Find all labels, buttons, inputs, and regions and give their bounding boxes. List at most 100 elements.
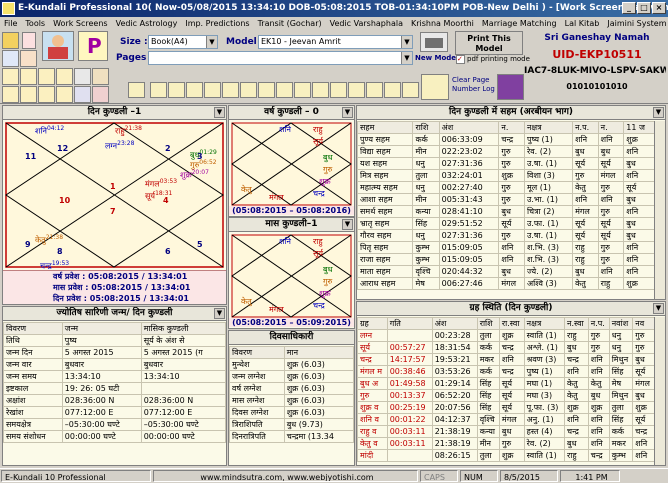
zodiac-icon-1[interactable] [2,68,19,85]
table-row[interactable]: लग्न 00:23:28 तुला शुक्र स्वाति (1) राहु गुरु ध… [357,329,655,342]
table-row[interactable]: बुध अ 01:49:58 01:29:14 सिंह सूर्य मघा (1) केत… [357,377,655,390]
table-row[interactable]: विद्या सहम मीन 022:23:02 गुरु रेव. (2) बुध बुध… [357,145,655,158]
table-row[interactable]: गुरु 00:13:37 06:52:20 सिंह सूर्य मघा (3) केतु… [357,389,655,402]
table-row[interactable]: यश सहम धनु 027:31:36 गुरु उ.षा. (1) सूर्य सूर्… [357,157,655,170]
table-row[interactable]: अक्षांश 028:36:00 N 028:36:00 N [3,394,226,407]
p-icon[interactable]: P [78,31,108,61]
page-button[interactable] [366,82,383,98]
menu-item[interactable]: Tools [21,17,49,30]
chevron-down-icon[interactable]: ▼ [214,107,225,118]
table-row[interactable]: इष्टकाल 19: 26: 05 घटी [3,382,226,395]
table-row[interactable]: आराध सहम मेष 006:27:46 मंगल अश्वि (3) केतु राह… [357,277,655,290]
person-icon[interactable] [20,50,37,67]
flowers-icon[interactable] [421,74,449,100]
page-button[interactable] [258,82,275,98]
book-icon[interactable] [497,74,524,100]
model-select[interactable]: EK10 - Jeevan Amrit ▼ [258,35,413,49]
table-row[interactable]: माता सहम वृश्चि 020:44:32 बुध ज्ये. (2) बुध शन… [357,265,655,278]
menu-item[interactable]: Imp. Predictions [181,17,253,30]
graha-scrollbar[interactable] [654,317,665,465]
zodiac-icon-8[interactable] [56,86,73,103]
menu-item[interactable]: Lal Kitab [561,17,604,30]
minimize-button[interactable]: _ [622,2,636,14]
chevron-down-icon[interactable]: ▼ [214,308,225,319]
page-button[interactable] [168,82,185,98]
table-row[interactable]: चन्द्र 14:17:57 19:53:21 मकर शनि श्रवण (3) चन्… [357,353,655,366]
table-row[interactable]: दिवस लग्नेश शुक्र (6.03) [229,406,354,419]
menu-item[interactable]: Transit (Gochar) [254,17,326,30]
table-row[interactable]: जन्म वार बुधवार बुधवार [3,358,226,371]
table-row[interactable]: दिनरात्रिपति चन्द्रमा (13.34 [229,430,354,443]
print-model-button[interactable]: Print This Model [455,31,523,55]
table-row[interactable]: जन्म समय 13:34:10 13:34:10 [3,370,226,383]
page-button[interactable] [186,82,203,98]
pages-select[interactable]: ▼ [148,51,413,65]
zodiac-icon-2[interactable] [20,68,37,85]
page-button[interactable] [150,82,167,98]
book-icon[interactable] [22,32,36,49]
saham-scrollbar[interactable] [654,121,665,299]
reader-icon[interactable] [42,31,74,61]
chevron-down-icon[interactable]: ▼ [342,219,353,230]
menu-item[interactable]: Vedic Varshaphala [326,17,407,30]
printer-icon[interactable] [74,68,91,85]
table-row[interactable]: महात्म्य सहम धनु 002:27:40 गुरु मूल (1) केतु ग… [357,181,655,194]
chevron-down-icon[interactable]: ▼ [653,107,664,118]
page-button[interactable] [384,82,401,98]
menu-item[interactable]: Vedic Astrology [112,17,182,30]
table-row[interactable]: सूर्य 00:57:27 18:31:54 कर्क चन्द्र अश्ले. (1… [357,341,655,354]
calendar-icon[interactable] [92,86,109,103]
maximize-button[interactable]: □ [637,2,651,14]
table-row[interactable]: तिथि पुष्य सूर्य के अंश से [3,334,226,347]
table-row[interactable]: समयक्षेत्र –05:30:00 घण्टे –05:30:00 घण्टे [3,418,226,431]
table-row[interactable]: समर्थ सहम कन्या 028:41:10 बुध चित्रा (2) मंगल… [357,205,655,218]
table-row[interactable]: केतु व 00:03:11 21:38:19 मीन गुरु रेव. (2) बुध… [357,437,655,450]
table-row[interactable]: जन्म लग्नेश शुक्र (6.03) [229,370,354,383]
table-row[interactable]: मास लग्नेश शुक्र (6.03) [229,394,354,407]
page-button[interactable] [222,82,239,98]
page-button[interactable] [294,82,311,98]
doc-icon[interactable] [2,50,19,67]
size-select[interactable]: Book(A4) ▼ [148,35,218,49]
table-row[interactable]: वर्ष लग्नेश शुक्र (6.03) [229,382,354,395]
table-row[interactable]: गौरव सहम धनु 027:31:36 गुरु उ.षा. (1) सूर्य सू… [357,229,655,242]
page-button[interactable] [204,82,221,98]
page-button[interactable] [348,82,365,98]
menu-item[interactable]: File [0,17,21,30]
table-row[interactable]: जन्म दिन 5 अगस्त 2015 5 अगस्त 2015 (ग [3,346,226,359]
table-row[interactable]: रेखांश 077:12:00 E 077:12:00 E [3,406,226,419]
chart-icon[interactable] [74,86,91,103]
clear-log-button[interactable]: Clear Page Number Log [452,76,496,94]
table-row[interactable]: राजा सहम कुम्भ 015:09:05 शनि श.भि. (3) राहु गु… [357,253,655,266]
astrologer-icon[interactable] [2,32,19,49]
table-row[interactable]: शुक्र व 00:25:19 20:07:56 सिंह सूर्य पू.फा. (… [357,401,655,414]
table-row[interactable]: मांदी 08:26:15 तुला शुक्र स्वाति (1) राहु चन्द… [357,449,655,462]
zodiac-icon-4[interactable] [56,68,73,85]
printer-icon[interactable] [420,32,448,52]
zodiac-icon-5[interactable] [2,86,19,103]
table-row[interactable]: आशा सहम मीन 005:31:43 गुरु उ.भा. (1) शनि शनि बु… [357,193,655,206]
table-row[interactable]: मुन्थेश शुक्र (6.03) [229,358,354,371]
page-button[interactable] [330,82,347,98]
zodiac-icon-6[interactable] [20,86,37,103]
menu-item[interactable]: Marriage Matching [478,17,561,30]
page-button[interactable] [402,82,419,98]
tools-icon[interactable] [92,68,109,85]
close-button[interactable]: × [652,2,666,14]
chevron-down-icon[interactable]: ▼ [342,107,353,118]
pdf-checkbox[interactable]: ✓ [456,55,465,64]
menu-item[interactable]: Work Screens [49,17,111,30]
table-row[interactable]: राहु व 00:03:11 21:38:19 कन्या बुध हस्त (4) चन… [357,425,655,438]
table-row[interactable]: मंगल म 00:38:46 03:53:26 कर्क चन्द्र पुष्य (1… [357,365,655,378]
table-row[interactable]: भ्रातृ सहम सिंह 029:51:52 सूर्य उ.फा. (1) सूर… [357,217,655,230]
menu-item[interactable]: Jaimini System [603,17,668,30]
zodiac-icon-7[interactable] [38,86,55,103]
table-row[interactable]: शनि व 00:01:22 04:12:37 वृश्चि मंगल अनु. (1) श… [357,413,655,426]
table-row[interactable]: पितृ सहम कुम्भ 015:09:05 शनि श.भि. (3) राहु गु… [357,241,655,254]
table-row[interactable]: त्रिराशिपति बुध (9.73) [229,418,354,431]
menu-item[interactable]: Krishna Moorthi [407,17,478,30]
page-button[interactable] [312,82,329,98]
table-row[interactable]: मित्र सहम तुला 032:24:01 शुक्र विशा (3) गुरु म… [357,169,655,182]
zodiac-icon-3[interactable] [38,68,55,85]
table-row[interactable]: समय संशोधन 00:00:00 घण्टे 00:00:00 घण्टे [3,430,226,443]
